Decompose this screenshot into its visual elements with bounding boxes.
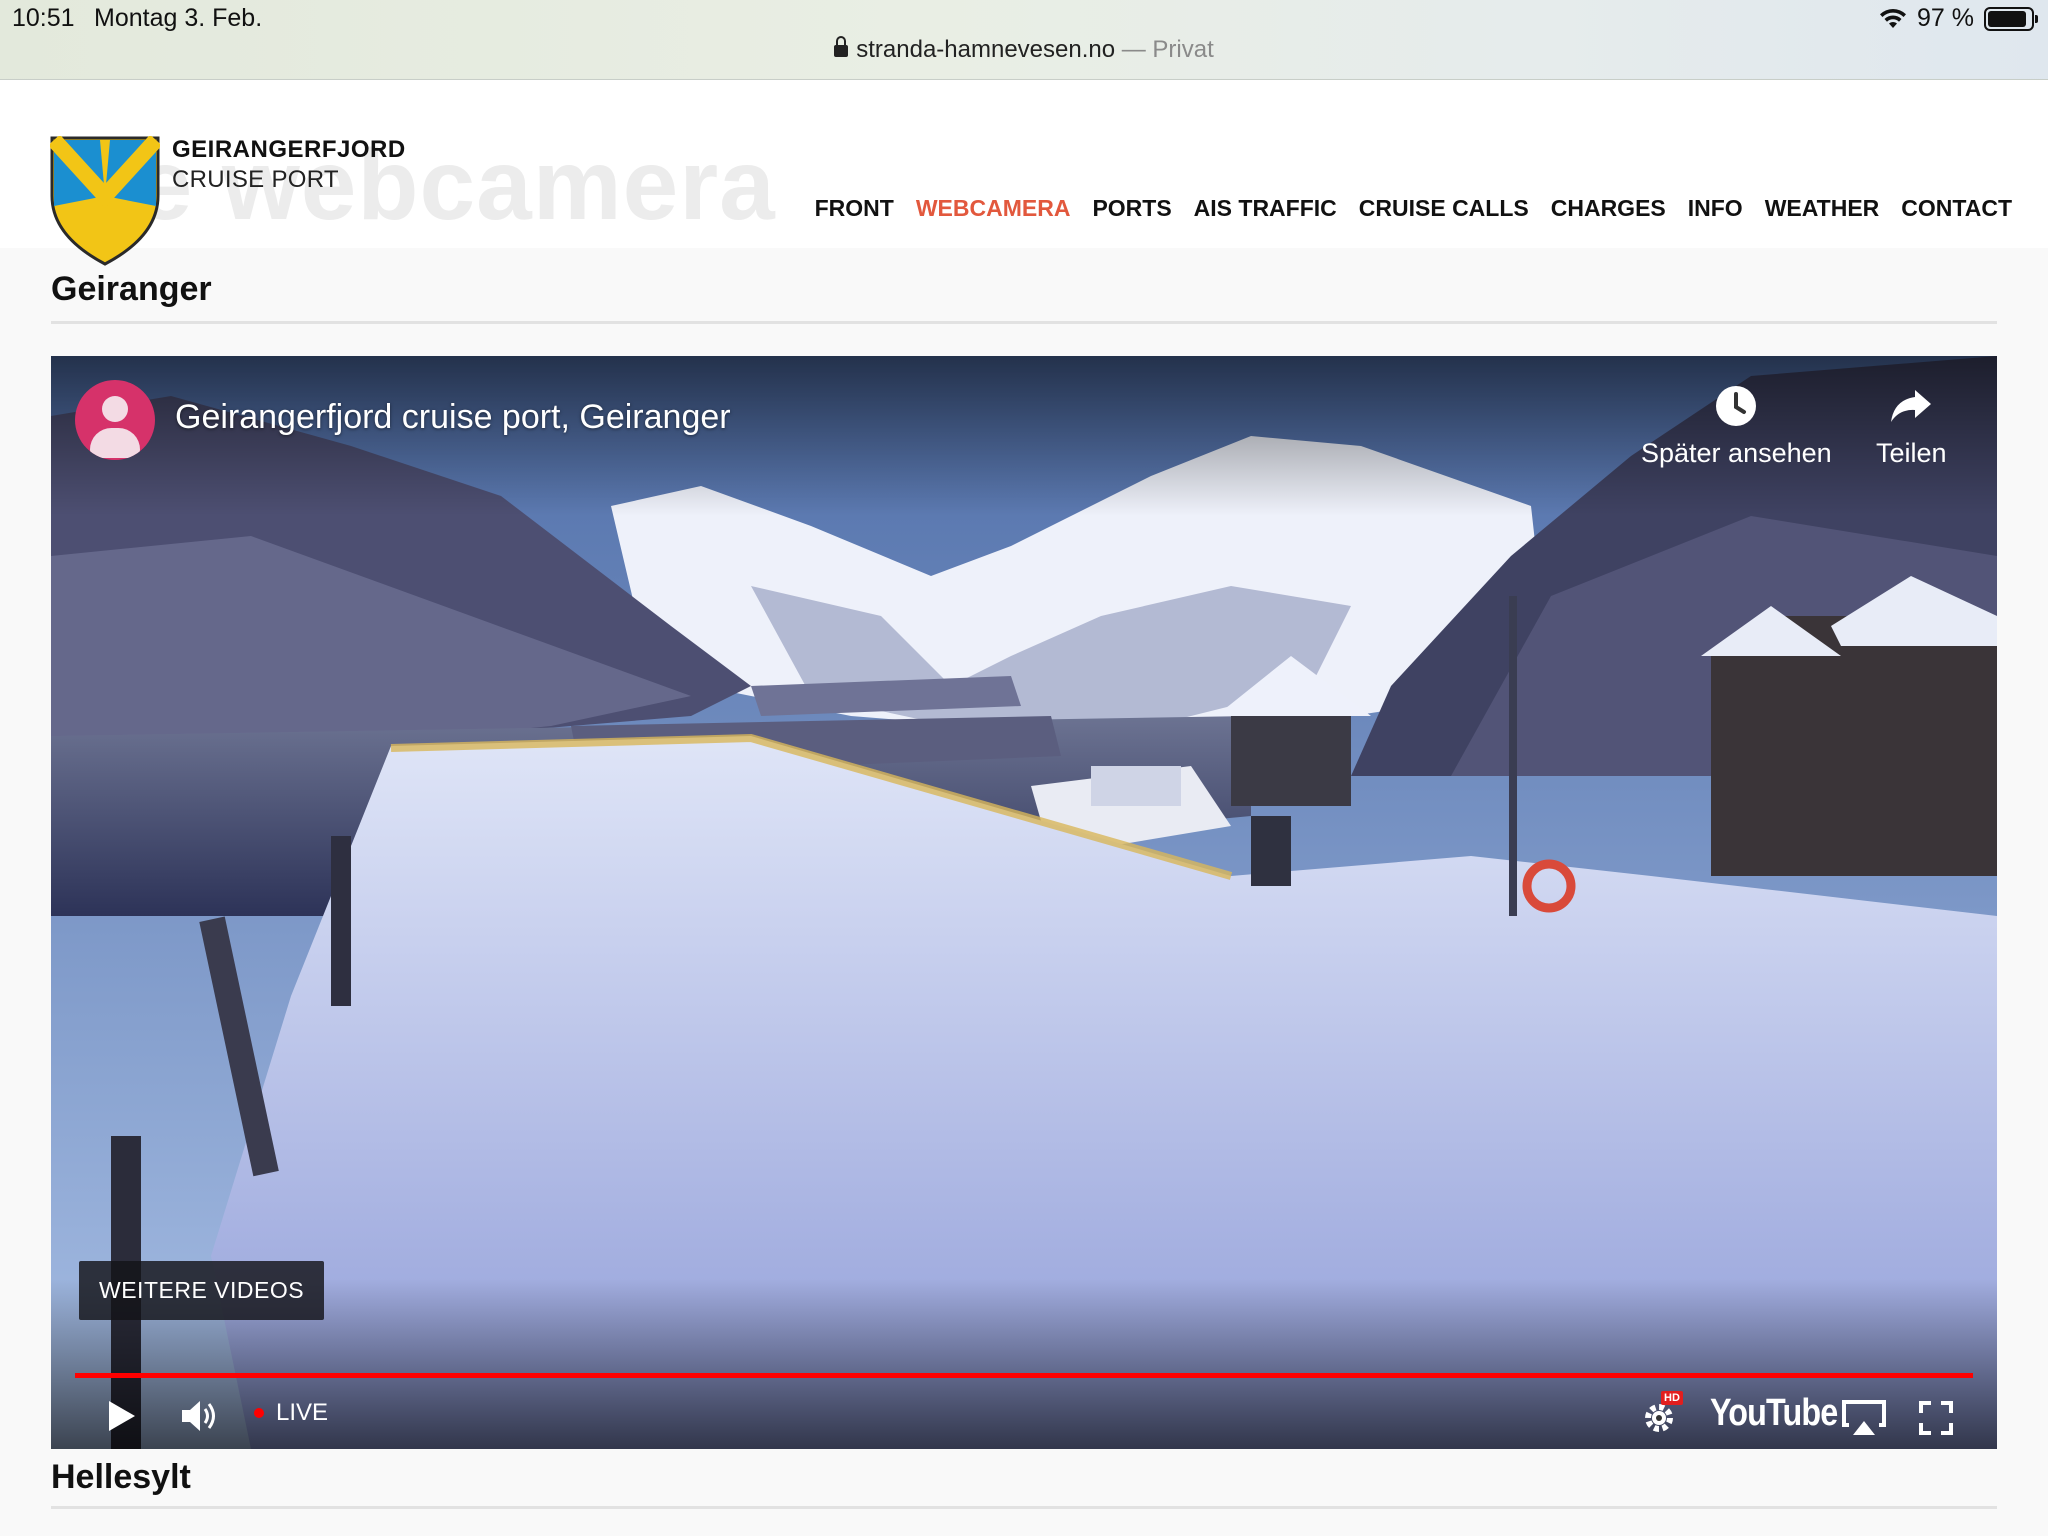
nav-charges[interactable]: CHARGES bbox=[1551, 195, 1666, 222]
share-button[interactable]: Teilen bbox=[1876, 384, 1947, 469]
watch-later-button[interactable]: Später ansehen bbox=[1641, 384, 1832, 469]
fullscreen-icon[interactable] bbox=[1919, 1401, 1953, 1435]
nav-ais-traffic[interactable]: AIS TRAFFIC bbox=[1194, 195, 1337, 222]
player-bottom-gradient bbox=[51, 1279, 1997, 1449]
live-label: LIVE bbox=[276, 1399, 329, 1426]
settings-button[interactable]: HD bbox=[1641, 1391, 1685, 1434]
section-divider-2 bbox=[51, 1506, 1997, 1509]
status-right-group: 97 % bbox=[1879, 4, 2038, 33]
nav-weather[interactable]: WEATHER bbox=[1765, 195, 1880, 222]
youtube-logo-link[interactable]: YouTube bbox=[1710, 1392, 1860, 1435]
hd-badge: HD bbox=[1661, 1391, 1683, 1405]
address-bar[interactable]: stranda-hamnevesen.no — Privat bbox=[0, 36, 2048, 64]
play-icon[interactable] bbox=[107, 1399, 137, 1433]
video-title[interactable]: Geirangerfjord cruise port, Geiranger bbox=[175, 398, 731, 437]
url-domain: stranda-hamnevesen.no bbox=[856, 36, 1116, 63]
section-heading-geiranger: Geiranger bbox=[51, 270, 212, 308]
live-indicator[interactable]: LIVE bbox=[254, 1399, 328, 1427]
site-header: ve webcamera GEIRANGERFJORD CRUISE PORT … bbox=[0, 80, 2048, 266]
youtube-player[interactable]: Geirangerfjord cruise port, Geiranger Sp… bbox=[51, 356, 1997, 1449]
nav-ports[interactable]: PORTS bbox=[1092, 195, 1171, 222]
nav-cruise-calls[interactable]: CRUISE CALLS bbox=[1359, 195, 1529, 222]
private-mode-label: — Privat bbox=[1121, 36, 1214, 63]
logo-subtitle[interactable]: CRUISE PORT bbox=[172, 166, 339, 194]
nav-info[interactable]: INFO bbox=[1688, 195, 1743, 222]
live-dot bbox=[254, 1408, 264, 1418]
volume-icon[interactable] bbox=[180, 1397, 220, 1435]
avatar-head-shape bbox=[102, 396, 128, 422]
coat-of-arms-logo[interactable] bbox=[50, 136, 160, 266]
status-date: Montag 3. Feb. bbox=[94, 4, 263, 32]
avatar-body-shape bbox=[90, 428, 140, 458]
share-arrow-icon bbox=[1891, 390, 1932, 422]
more-videos-button[interactable]: WEITERE VIDEOS bbox=[79, 1261, 325, 1320]
nav-webcamera[interactable]: WEBCAMERA bbox=[916, 195, 1071, 222]
share-label: Teilen bbox=[1876, 438, 1947, 468]
wifi-icon bbox=[1880, 8, 1907, 28]
status-time: 10:51 bbox=[12, 4, 75, 32]
progress-bar[interactable] bbox=[75, 1373, 1973, 1378]
battery-icon bbox=[1984, 6, 2038, 31]
section-divider bbox=[51, 321, 1997, 324]
nav-front[interactable]: FRONT bbox=[815, 195, 894, 222]
watch-later-label: Später ansehen bbox=[1641, 438, 1832, 468]
youtube-wordmark: YouTube bbox=[1710, 1392, 1838, 1434]
main-nav: FRONT WEBCAMERA PORTS AIS TRAFFIC CRUISE… bbox=[815, 195, 2012, 222]
airplay-icon[interactable] bbox=[1841, 1399, 1887, 1437]
channel-avatar[interactable] bbox=[75, 380, 155, 460]
section-heading-hellesylt: Hellesylt bbox=[51, 1458, 191, 1496]
battery-percent: 97 % bbox=[1917, 4, 1974, 32]
logo-name[interactable]: GEIRANGERFJORD bbox=[172, 136, 406, 164]
clock-icon bbox=[1716, 386, 1757, 426]
nav-contact[interactable]: CONTACT bbox=[1901, 195, 2012, 222]
ios-status-bar: 10:51 Montag 3. Feb. 97 % stranda-hamnev… bbox=[0, 0, 2048, 80]
lock-icon bbox=[834, 36, 849, 57]
